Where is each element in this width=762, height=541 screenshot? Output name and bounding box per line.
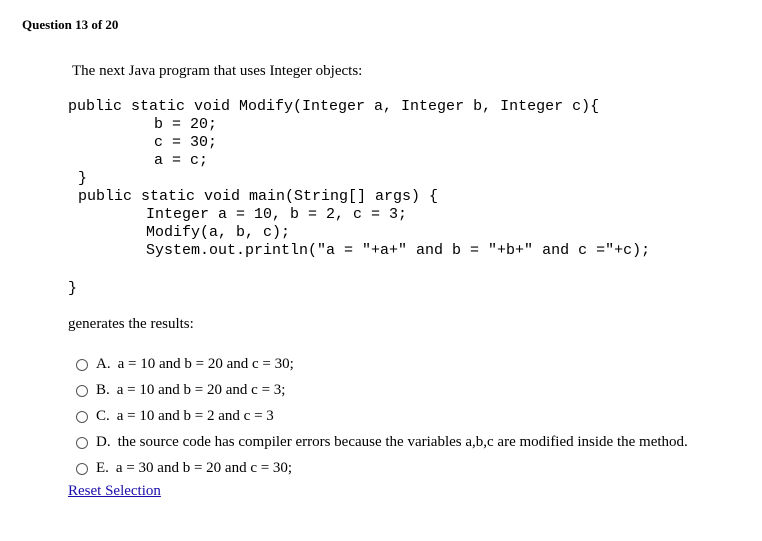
- code-line-b-assign: b = 20;: [154, 116, 218, 133]
- option-c-text: a = 10 and b = 2 and c = 3: [116, 408, 274, 424]
- code-line-modify-signature: public static void Modify(Integer a, Int…: [68, 98, 600, 115]
- question-intro: The next Java program that uses Integer …: [72, 63, 363, 79]
- option-c-letter: C.: [96, 408, 110, 424]
- radio-b[interactable]: [76, 384, 88, 397]
- radio-c[interactable]: [76, 410, 88, 423]
- reset-selection-link[interactable]: Reset Selection: [68, 483, 161, 500]
- code-line-main-signature: public static void main(String[] args) {: [78, 188, 439, 205]
- option-b-letter: B.: [96, 382, 110, 398]
- code-line-integer-decl: Integer a = 10, b = 2, c = 3;: [146, 206, 408, 223]
- option-e-letter: E.: [96, 460, 109, 476]
- option-e-text: a = 30 and b = 20 and c = 30;: [115, 460, 293, 476]
- option-b[interactable]: B. a = 10 and b = 20 and c = 3;: [76, 382, 285, 399]
- option-a[interactable]: A. a = 10 and b = 20 and c = 30;: [76, 356, 294, 373]
- option-a-text: a = 10 and b = 20 and c = 30;: [117, 356, 294, 372]
- option-d-letter: D.: [96, 434, 111, 450]
- code-line-c-assign: c = 30;: [154, 134, 218, 151]
- option-b-text: a = 10 and b = 20 and c = 3;: [116, 382, 286, 398]
- code-line-a-assign: a = c;: [154, 152, 209, 169]
- code-line-class-close: }: [68, 280, 78, 297]
- code-line-println: System.out.println("a = "+a+" and b = "+…: [146, 242, 651, 259]
- code-line-modify-close: }: [78, 170, 88, 187]
- radio-a[interactable]: [76, 358, 88, 371]
- option-d[interactable]: D. the source code has compiler errors b…: [76, 434, 688, 451]
- radio-d[interactable]: [76, 436, 88, 449]
- code-line-modify-call: Modify(a, b, c);: [146, 224, 291, 241]
- option-d-text: the source code has compiler errors beca…: [117, 434, 688, 450]
- question-header: Question 13 of 20: [22, 17, 119, 32]
- code-block: public static void Modify(Integer a, Int…: [0, 0, 650, 297]
- option-a-letter: A.: [96, 356, 111, 372]
- results-label: generates the results:: [68, 316, 194, 332]
- option-e[interactable]: E. a = 30 and b = 20 and c = 30;: [76, 460, 292, 477]
- radio-e[interactable]: [76, 462, 88, 475]
- option-c[interactable]: C. a = 10 and b = 2 and c = 3: [76, 408, 274, 425]
